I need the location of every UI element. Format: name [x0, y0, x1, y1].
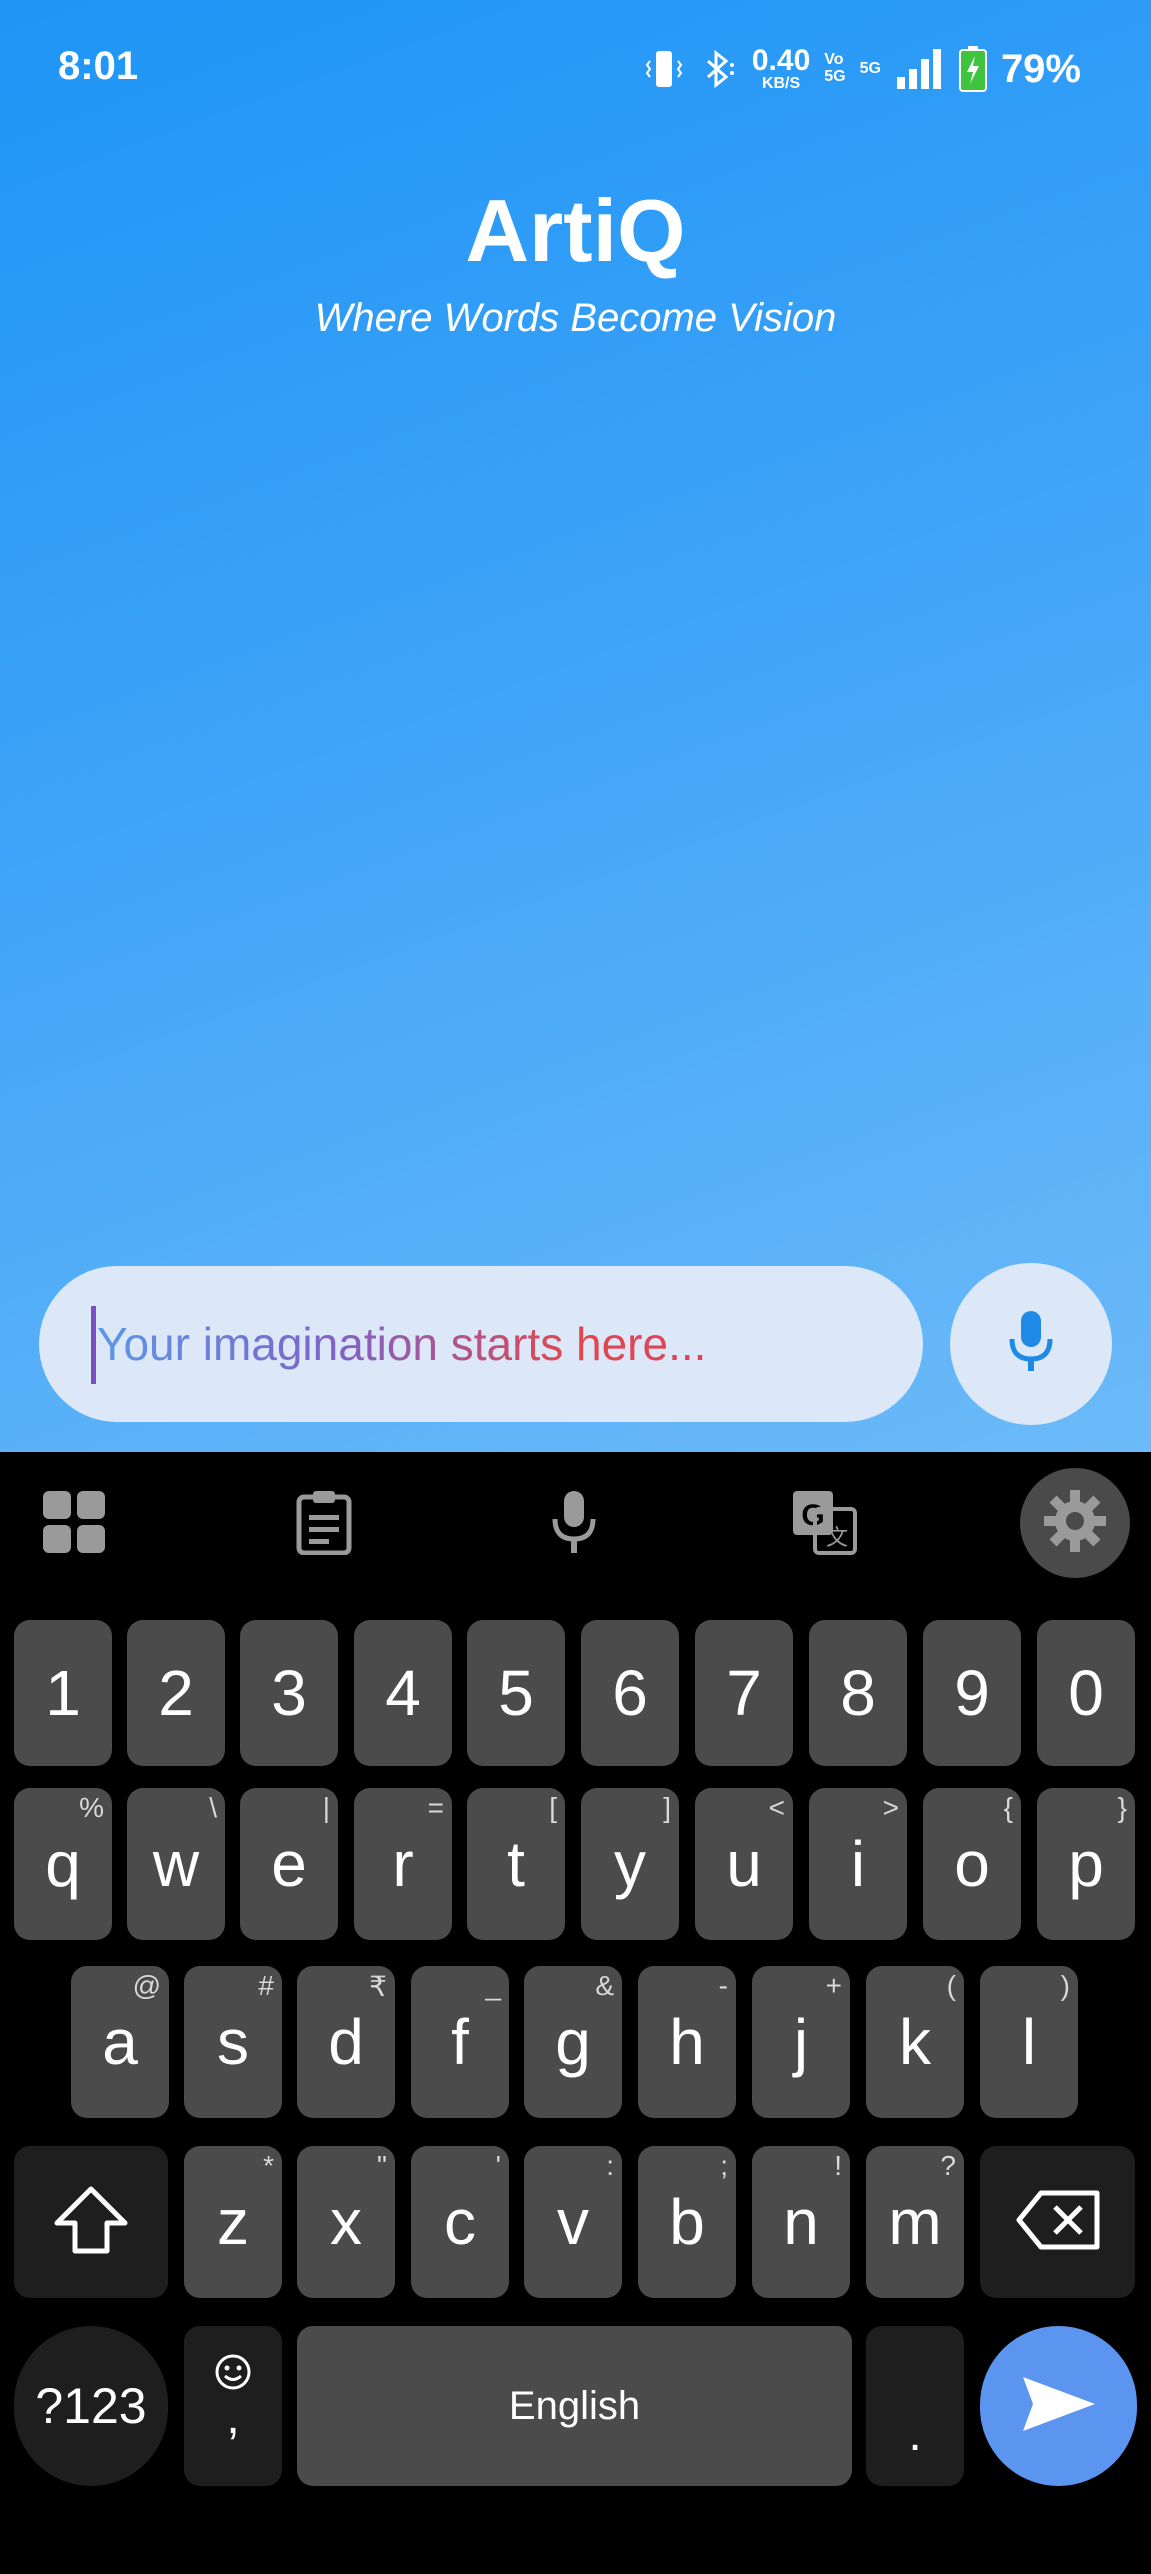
key-5[interactable]: 5 — [467, 1620, 565, 1766]
key-h[interactable]: -h — [638, 1966, 736, 2118]
key-a[interactable]: @ a — [71, 1966, 169, 2118]
key-f[interactable]: _ f — [411, 1966, 509, 2118]
key-b[interactable]: ; b — [638, 2146, 736, 2298]
key-2[interactable]: 2 — [127, 1620, 225, 1766]
key-g[interactable]: & g — [524, 1966, 622, 2118]
key-6[interactable]: 6 — [581, 1620, 679, 1766]
shift-icon — [53, 2185, 129, 2260]
send-button[interactable] — [980, 2326, 1137, 2486]
backspace-icon — [1015, 2189, 1101, 2256]
emoji-comma-key[interactable]: , — [184, 2326, 282, 2486]
prompt-input[interactable] — [97, 1296, 897, 1392]
backspace-key[interactable] — [980, 2146, 1135, 2298]
key-o[interactable]: {o — [923, 1788, 1021, 1940]
app-title: ArtiQ — [465, 181, 686, 280]
key-s[interactable]: # s — [184, 1966, 282, 2118]
network-speed: 0.40 KB/S — [751, 44, 811, 92]
translate-icon[interactable]: G文 — [784, 1482, 864, 1562]
key-i[interactable]: > i — [809, 1788, 907, 1940]
key-u[interactable]: < u — [695, 1788, 793, 1940]
clipboard-icon[interactable] — [284, 1482, 364, 1562]
key-l[interactable]: ) l — [980, 1966, 1078, 2118]
status-icons: 0.40 KB/S Vo 5G 5G 79% — [644, 44, 1081, 94]
bluetooth-icon — [698, 47, 738, 91]
app-tagline: Where Words Become Vision — [314, 296, 837, 340]
key-3[interactable]: 3 — [240, 1620, 338, 1766]
key-j[interactable]: + j — [752, 1966, 850, 2118]
vibrate-icon — [644, 47, 684, 91]
status-time: 8:01 — [58, 44, 139, 88]
app-screen: 8:01 0.40 KB/S Vo 5G 5G 79% ArtiQ Where … — [0, 0, 1151, 1452]
key-k[interactable]: (k — [866, 1966, 964, 2118]
key-z[interactable]: * z — [184, 2146, 282, 2298]
soft-keyboard: G文 1 2 3 4 5 6 7 8 9 0 % q \ w | e = r [t ] y… — [0, 1452, 1151, 2574]
battery-charging-icon — [958, 46, 987, 92]
apps-grid-icon[interactable] — [34, 1482, 114, 1562]
keyboard-settings-button[interactable] — [1020, 1468, 1130, 1578]
key-7[interactable]: 7 — [695, 1620, 793, 1766]
key-e[interactable]: | e — [240, 1788, 338, 1940]
status-bar: 8:01 0.40 KB/S Vo 5G 5G 79% — [0, 0, 1151, 140]
emoji-icon — [214, 2353, 252, 2396]
key-y[interactable]: ] y — [581, 1788, 679, 1940]
key-4[interactable]: 4 — [354, 1620, 452, 1766]
key-p[interactable]: } p — [1037, 1788, 1135, 1940]
send-icon — [1019, 2371, 1099, 2442]
key-q[interactable]: % q — [14, 1788, 112, 1940]
network-type: 5G — [859, 59, 881, 77]
key-0[interactable]: 0 — [1037, 1620, 1135, 1766]
key-1[interactable]: 1 — [14, 1620, 112, 1766]
key-v[interactable]: :v — [524, 2146, 622, 2298]
battery-percent: 79% — [1000, 46, 1081, 91]
key-x[interactable]: " x — [297, 2146, 395, 2298]
key-r[interactable]: = r — [354, 1788, 452, 1940]
shift-key[interactable] — [14, 2146, 168, 2298]
prompt-box[interactable] — [39, 1266, 923, 1422]
space-key[interactable]: English — [297, 2326, 852, 2486]
key-d[interactable]: ₹ d — [297, 1966, 395, 2118]
key-c[interactable]: ' c — [411, 2146, 509, 2298]
keyboard-microphone-icon[interactable] — [534, 1482, 614, 1562]
microphone-icon — [1006, 1309, 1056, 1380]
key-8[interactable]: 8 — [809, 1620, 907, 1766]
key-t[interactable]: [t — [467, 1788, 565, 1940]
period-key[interactable]: . — [866, 2326, 964, 2486]
key-w[interactable]: \ w — [127, 1788, 225, 1940]
key-n[interactable]: ! n — [752, 2146, 850, 2298]
gear-icon — [1042, 1488, 1108, 1559]
svg-text:文: 文 — [826, 1526, 848, 1551]
keyboard-toolbar: G文 — [0, 1452, 1151, 1592]
voice-input-button[interactable] — [950, 1263, 1112, 1425]
key-9[interactable]: 9 — [923, 1620, 1021, 1766]
key-m[interactable]: ? m — [866, 2146, 964, 2298]
signal-icon — [895, 47, 945, 91]
symbols-key[interactable]: ?123 — [14, 2326, 168, 2486]
text-caret — [91, 1306, 96, 1384]
volte-indicator: Vo 5G — [824, 51, 846, 85]
